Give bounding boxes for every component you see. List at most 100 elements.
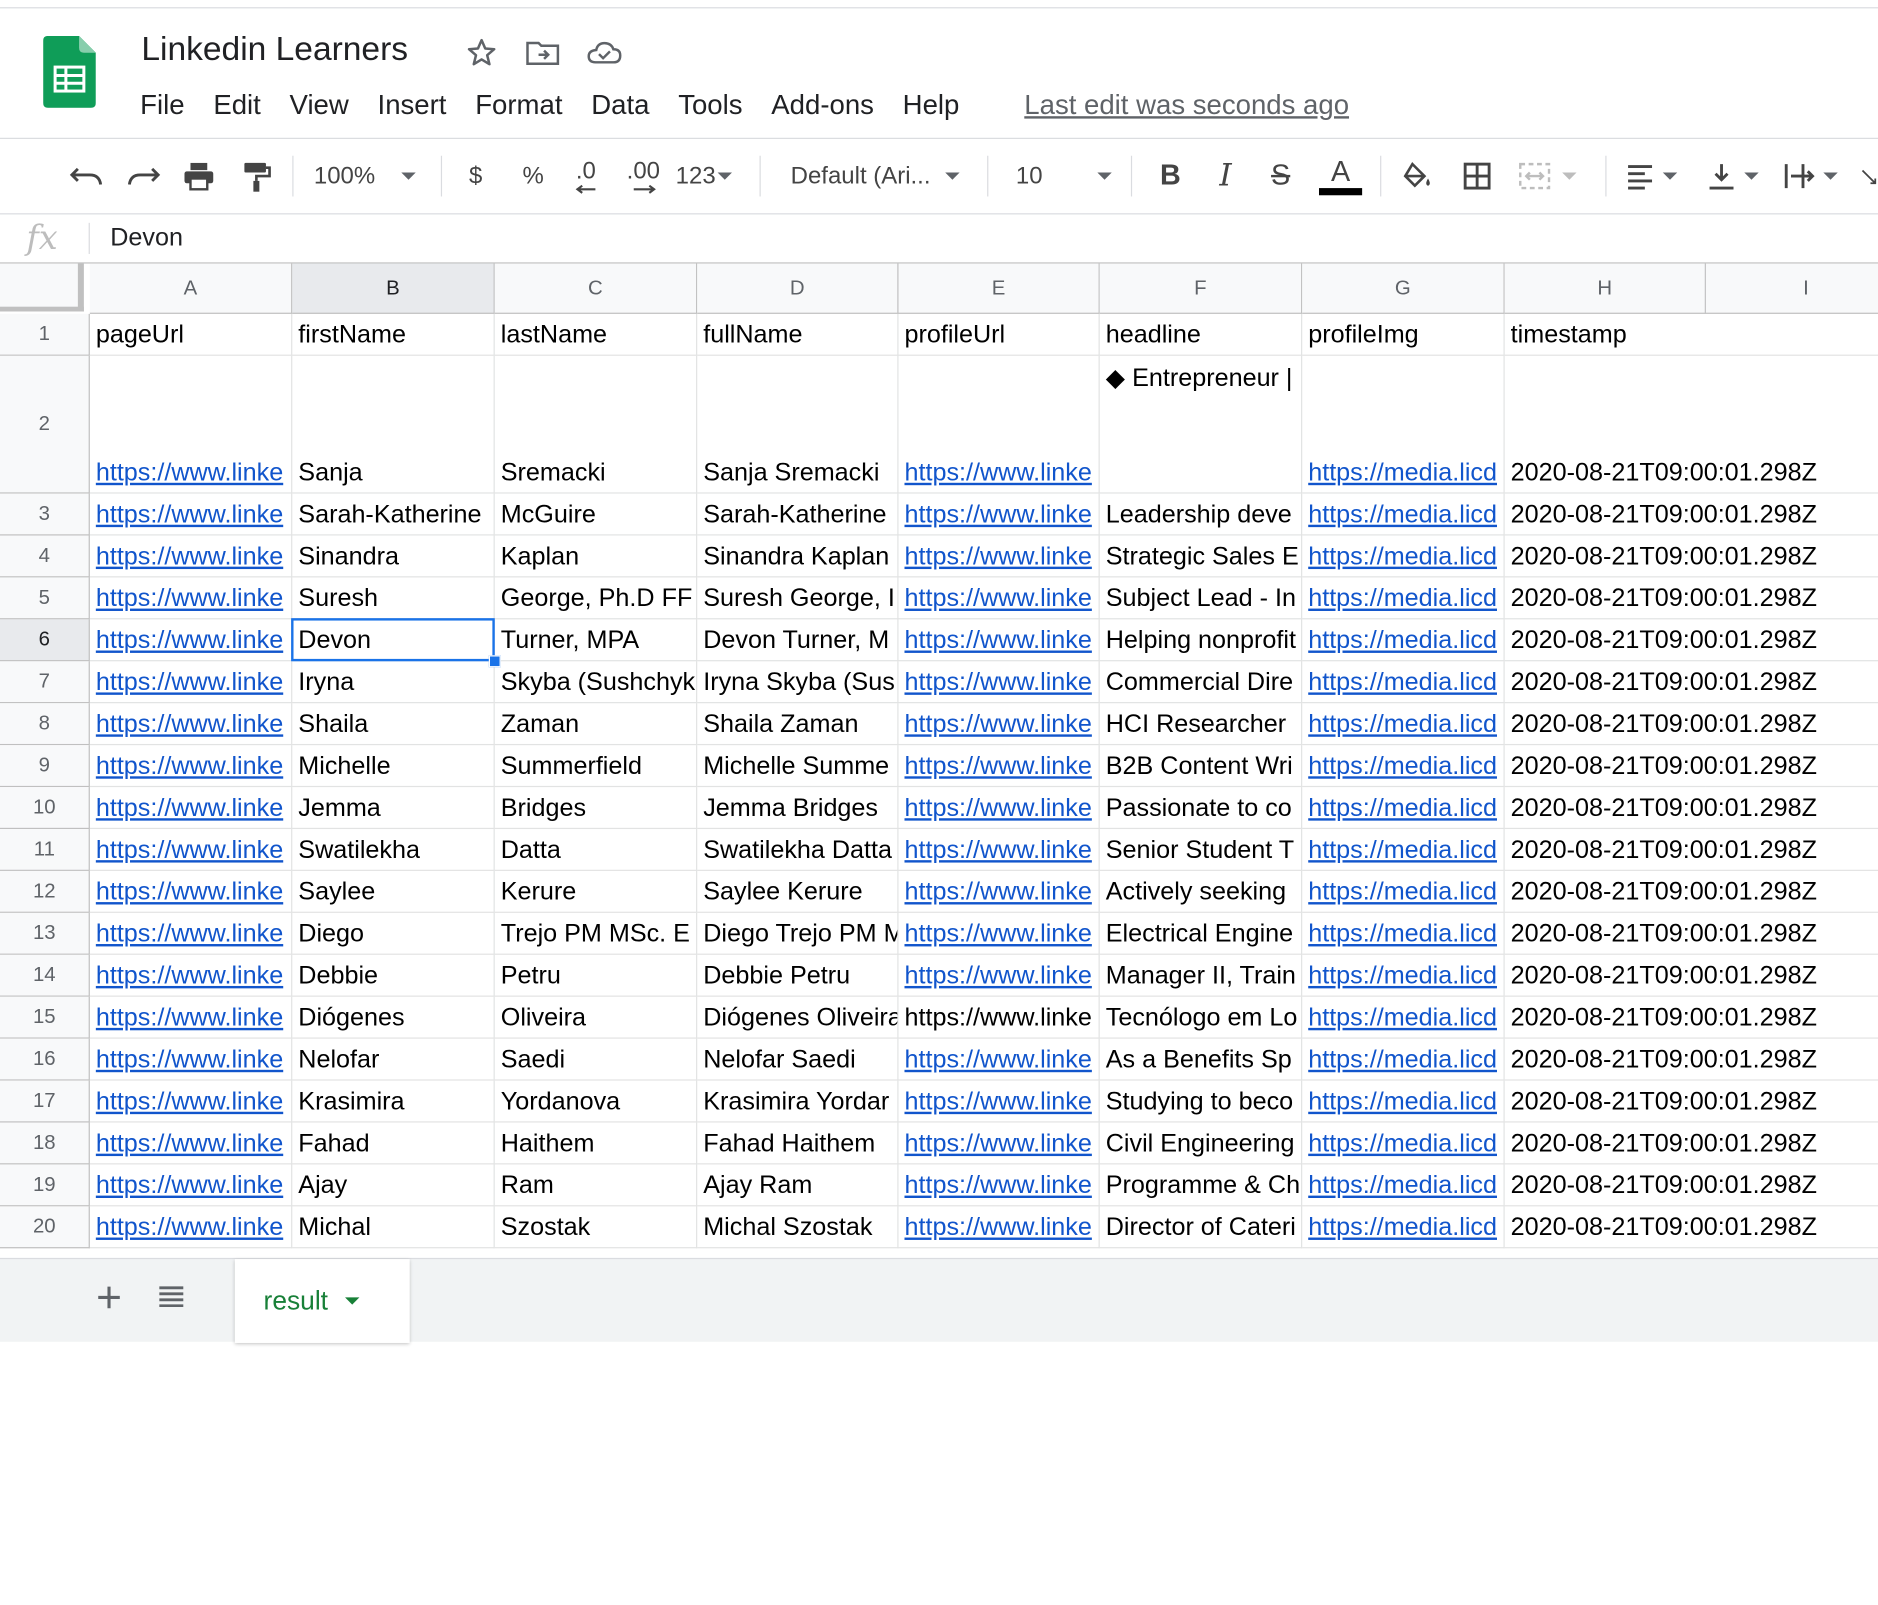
cell-h19[interactable]: 2020-08-21T09:00:01.298Z <box>1504 1164 1817 1207</box>
cell-b1[interactable]: firstName <box>292 313 495 356</box>
cell-f4[interactable]: Strategic Sales E <box>1099 535 1303 578</box>
cell-a17[interactable]: https://www.linke <box>89 1080 293 1123</box>
font-size-select[interactable]: 10 <box>1016 153 1119 199</box>
cell-i11[interactable] <box>1705 829 1878 871</box>
cell-b8[interactable]: Shaila <box>292 703 495 746</box>
cell-c16[interactable]: Saedi <box>494 1038 698 1081</box>
text-rotation-icon[interactable] <box>1859 153 1878 199</box>
column-header-d[interactable]: D <box>697 263 899 314</box>
cell-c9[interactable]: Summerfield <box>494 745 698 788</box>
cell-i17[interactable] <box>1705 1081 1878 1123</box>
cell-e17[interactable]: https://www.linke <box>898 1080 1100 1123</box>
cell-c14[interactable]: Petru <box>494 954 698 997</box>
cell-c3[interactable]: McGuire <box>494 493 698 536</box>
cell-i20[interactable] <box>1705 1206 1878 1249</box>
cell-g12[interactable]: https://media.licd <box>1302 870 1505 913</box>
cell-b17[interactable]: Krasimira <box>292 1080 495 1123</box>
cell-b18[interactable]: Fahad <box>292 1122 495 1165</box>
cell-f20[interactable]: Director of Cateri <box>1099 1206 1303 1249</box>
cell-g17[interactable]: https://media.licd <box>1302 1080 1505 1123</box>
cell-d9[interactable]: Michelle Summe <box>697 745 899 788</box>
cell-b3[interactable]: Sarah-Katherine <box>292 493 495 536</box>
cell-b9[interactable]: Michelle <box>292 745 495 788</box>
cell-g18[interactable]: https://media.licd <box>1302 1122 1505 1165</box>
undo-icon[interactable] <box>65 153 108 199</box>
cell-i4[interactable] <box>1705 536 1878 578</box>
sheets-logo-icon[interactable] <box>43 35 96 108</box>
cell-f18[interactable]: Civil Engineering <box>1099 1122 1303 1165</box>
font-family-select[interactable]: Default (Ari... <box>791 153 971 199</box>
row-header-13[interactable]: 13 <box>0 912 90 955</box>
cell-f17[interactable]: Studying to beco <box>1099 1080 1303 1123</box>
cell-c20[interactable]: Szostak <box>494 1206 698 1249</box>
cell-i8[interactable] <box>1705 703 1878 746</box>
cell-e14[interactable]: https://www.linke <box>898 954 1100 997</box>
last-edit-link[interactable]: Last edit was seconds ago <box>1024 86 1349 122</box>
column-header-a[interactable]: A <box>89 263 293 314</box>
cell-a5[interactable]: https://www.linke <box>89 577 293 620</box>
cell-e9[interactable]: https://www.linke <box>898 745 1100 788</box>
column-header-f[interactable]: F <box>1099 263 1303 314</box>
text-wrapping-button[interactable] <box>1783 153 1850 199</box>
cell-i9[interactable] <box>1705 745 1878 788</box>
row-header-7[interactable]: 7 <box>0 661 90 704</box>
star-icon[interactable] <box>465 36 508 70</box>
cell-d8[interactable]: Shaila Zaman <box>697 703 899 746</box>
row-header-18[interactable]: 18 <box>0 1122 90 1165</box>
cell-g19[interactable]: https://media.licd <box>1302 1164 1505 1207</box>
cell-i3[interactable] <box>1705 494 1878 536</box>
cell-g6[interactable]: https://media.licd <box>1302 619 1505 662</box>
row-header-4[interactable]: 4 <box>0 535 90 578</box>
row-header-15[interactable]: 15 <box>0 996 90 1039</box>
vertical-align-button[interactable] <box>1706 153 1773 199</box>
cell-e15[interactable]: https://www.linke <box>898 996 1100 1039</box>
cell-a14[interactable]: https://www.linke <box>89 954 293 997</box>
cell-i16[interactable] <box>1705 1039 1878 1081</box>
cell-h8[interactable]: 2020-08-21T09:00:01.298Z <box>1504 703 1817 746</box>
cell-a4[interactable]: https://www.linke <box>89 535 293 578</box>
cell-b13[interactable]: Diego <box>292 912 495 955</box>
cell-e13[interactable]: https://www.linke <box>898 912 1100 955</box>
cell-h3[interactable]: 2020-08-21T09:00:01.298Z <box>1504 494 1817 536</box>
column-header-e[interactable]: E <box>898 263 1100 314</box>
cell-a7[interactable]: https://www.linke <box>89 661 293 704</box>
cell-b5[interactable]: Suresh <box>292 577 495 620</box>
cell-b4[interactable]: Sinandra <box>292 535 495 578</box>
cell-f3[interactable]: Leadership deve <box>1099 493 1303 536</box>
increase-decimal-button[interactable]: .00 <box>618 153 668 199</box>
document-title[interactable]: Linkedin Learners <box>141 30 408 68</box>
print-icon[interactable] <box>177 153 220 199</box>
cell-e8[interactable]: https://www.linke <box>898 703 1100 746</box>
cell-d7[interactable]: Iryna Skyba (Sus <box>697 661 899 704</box>
cell-g10[interactable]: https://media.licd <box>1302 787 1505 830</box>
cell-a8[interactable]: https://www.linke <box>89 703 293 746</box>
cell-b7[interactable]: Iryna <box>292 661 495 704</box>
cell-b6[interactable]: Devon <box>292 619 495 662</box>
cell-f16[interactable]: As a Benefits Sp <box>1099 1038 1303 1081</box>
cell-i7[interactable] <box>1705 661 1878 704</box>
row-header-11[interactable]: 11 <box>0 829 90 871</box>
cell-a3[interactable]: https://www.linke <box>89 493 293 536</box>
cell-d16[interactable]: Nelofar Saedi <box>697 1038 899 1081</box>
cell-b2[interactable]: Sanja <box>292 355 495 494</box>
cell-e19[interactable]: https://www.linke <box>898 1164 1100 1207</box>
column-header-b[interactable]: B <box>292 263 495 314</box>
cell-h17[interactable]: 2020-08-21T09:00:01.298Z <box>1504 1081 1817 1123</box>
row-header-10[interactable]: 10 <box>0 787 90 830</box>
cell-c13[interactable]: Trejo PM MSc. E <box>494 912 698 955</box>
menu-format[interactable]: Format <box>475 86 591 122</box>
row-header-12[interactable]: 12 <box>0 870 90 913</box>
cell-c4[interactable]: Kaplan <box>494 535 698 578</box>
cell-e6[interactable]: https://www.linke <box>898 619 1100 662</box>
cell-f13[interactable]: Electrical Engine <box>1099 912 1303 955</box>
cell-i6[interactable] <box>1705 619 1878 662</box>
cell-d17[interactable]: Krasimira Yordar <box>697 1080 899 1123</box>
more-formats-select[interactable]: 123 <box>676 153 743 199</box>
cell-a9[interactable]: https://www.linke <box>89 745 293 788</box>
row-header-20[interactable]: 20 <box>0 1206 90 1249</box>
select-all-corner[interactable] <box>0 263 84 312</box>
menu-insert[interactable]: Insert <box>378 86 476 122</box>
cell-h7[interactable]: 2020-08-21T09:00:01.298Z <box>1504 661 1817 704</box>
fill-handle[interactable] <box>488 655 501 668</box>
cell-e16[interactable]: https://www.linke <box>898 1038 1100 1081</box>
